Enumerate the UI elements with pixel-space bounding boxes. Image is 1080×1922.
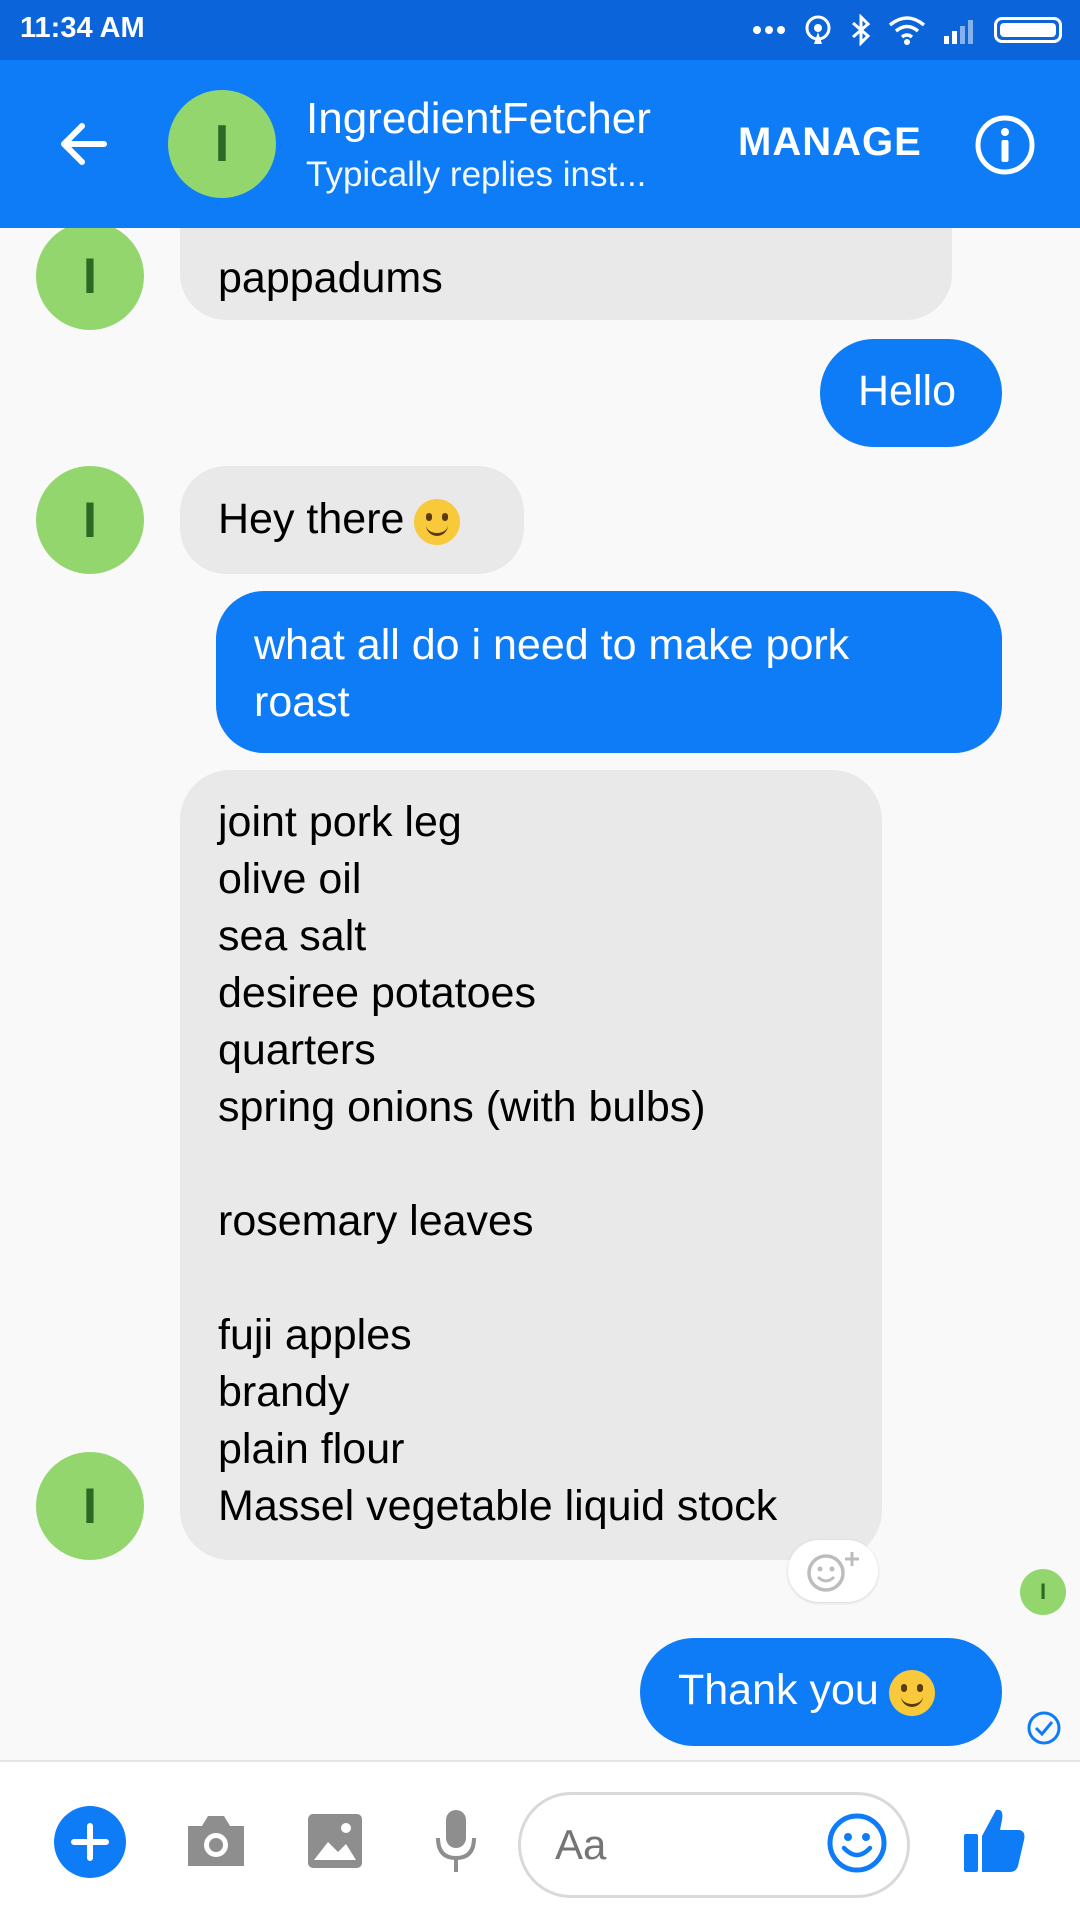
gallery-icon[interactable] bbox=[306, 1812, 364, 1870]
avatar-letter: I bbox=[1039, 1579, 1047, 1604]
emoji-icon[interactable] bbox=[826, 1812, 888, 1874]
message-text: Hey there bbox=[218, 495, 405, 543]
message-text: pappadums bbox=[218, 254, 443, 302]
plus-icon bbox=[71, 1823, 109, 1861]
seen-by-avatar: I bbox=[1020, 1569, 1066, 1615]
ingredient-line: brandy bbox=[218, 1368, 350, 1416]
avatar-letter: I bbox=[83, 1478, 97, 1534]
status-icons bbox=[752, 12, 1062, 48]
delivered-check-icon bbox=[1027, 1711, 1061, 1745]
contact-name[interactable]: IngredientFetcher bbox=[306, 94, 651, 144]
ingredient-line: sea salt bbox=[218, 912, 367, 960]
wifi-icon bbox=[888, 16, 926, 45]
more-actions-button[interactable] bbox=[54, 1806, 126, 1878]
bluetooth-icon bbox=[852, 14, 871, 46]
message-text-line: what all do i need to make pork bbox=[254, 621, 850, 669]
bot-avatar[interactable]: I bbox=[36, 1452, 144, 1560]
avatar-letter: I bbox=[83, 248, 97, 304]
add-reaction-icon bbox=[807, 1552, 859, 1592]
ingredient-line: plain flour bbox=[218, 1425, 405, 1473]
ingredient-line: olive oil bbox=[218, 855, 362, 903]
manage-button[interactable]: MANAGE bbox=[738, 120, 922, 165]
message-bubble-outgoing[interactable]: what all do i need to make pork roast bbox=[216, 591, 1002, 753]
message-text: Thank you bbox=[678, 1666, 879, 1714]
message-bubble-incoming[interactable]: pappadums bbox=[180, 228, 952, 320]
ingredient-line: joint pork leg bbox=[218, 798, 462, 846]
hotspot-icon bbox=[805, 15, 831, 44]
message-composer bbox=[0, 1760, 1080, 1922]
back-arrow-icon[interactable] bbox=[52, 112, 116, 176]
message-text: Hello bbox=[858, 367, 956, 415]
ingredient-line: spring onions (with bulbs) bbox=[218, 1083, 706, 1131]
ingredient-line: quarters bbox=[218, 1026, 376, 1074]
status-time: 11:34 AM bbox=[20, 12, 145, 44]
message-list[interactable]: I pappadums Hello I Hey there what all d… bbox=[0, 228, 1080, 1760]
signal-icon bbox=[944, 20, 973, 44]
microphone-icon[interactable] bbox=[434, 1808, 478, 1876]
add-reaction-button[interactable] bbox=[788, 1540, 878, 1602]
avatar-letter: I bbox=[214, 115, 230, 173]
contact-avatar[interactable]: I bbox=[168, 90, 276, 198]
like-thumbs-up-icon[interactable] bbox=[962, 1806, 1028, 1874]
ingredient-line: Massel vegetable liquid stock bbox=[218, 1482, 778, 1530]
ingredient-line: desiree potatoes bbox=[218, 969, 536, 1017]
message-bubble-incoming[interactable]: Hey there bbox=[180, 466, 524, 574]
contact-status: Typically replies inst... bbox=[306, 155, 647, 194]
ingredient-line bbox=[218, 1136, 882, 1193]
status-bar: 11:34 AM bbox=[0, 0, 1080, 60]
message-bubble-outgoing[interactable]: Hello bbox=[820, 339, 1002, 447]
message-bubble-incoming[interactable]: joint pork leg olive oil sea salt desire… bbox=[180, 770, 882, 1560]
smiley-emoji-icon bbox=[888, 1669, 935, 1716]
info-icon[interactable] bbox=[974, 114, 1036, 176]
camera-icon[interactable] bbox=[184, 1812, 248, 1870]
smiley-emoji-icon bbox=[414, 498, 461, 545]
battery-icon bbox=[994, 17, 1062, 43]
bot-avatar[interactable]: I bbox=[36, 228, 144, 330]
ingredient-line: fuji apples bbox=[218, 1311, 412, 1359]
conversation-header: I IngredientFetcher Typically replies in… bbox=[0, 60, 1080, 228]
avatar-letter: I bbox=[83, 492, 97, 548]
ingredient-line: rosemary leaves bbox=[218, 1197, 534, 1245]
bot-avatar[interactable]: I bbox=[36, 466, 144, 574]
more-dots-icon bbox=[753, 26, 785, 34]
message-text-line: roast bbox=[254, 678, 350, 726]
ingredient-line bbox=[218, 1250, 882, 1307]
message-bubble-outgoing[interactable]: Thank you bbox=[640, 1638, 1002, 1746]
